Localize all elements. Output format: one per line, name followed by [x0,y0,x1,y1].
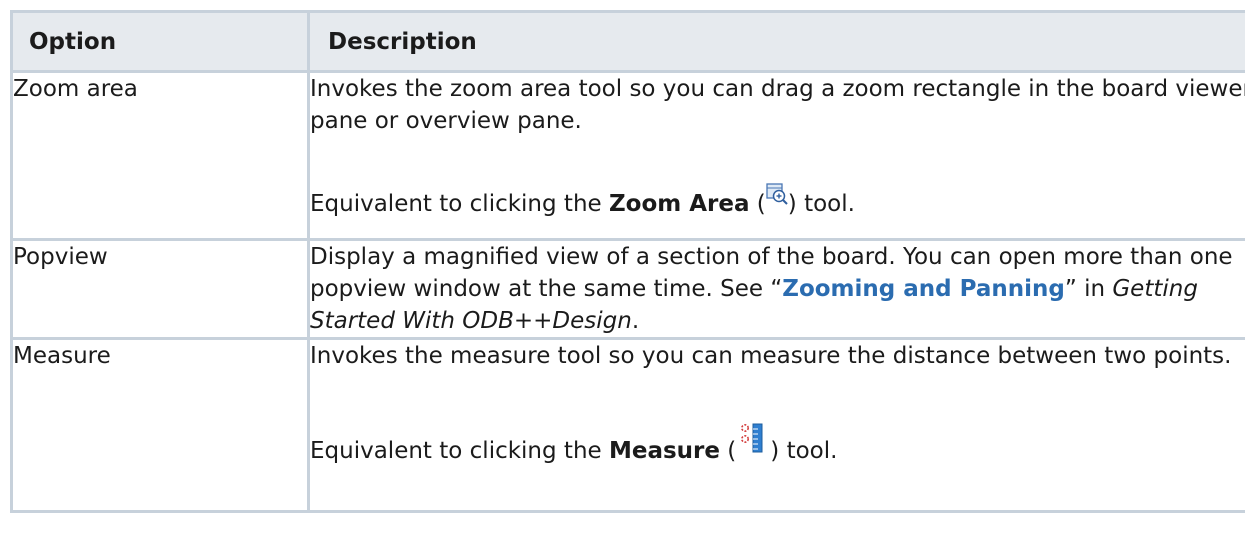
option-cell: Popview [10,238,310,340]
option-column-header: Option [10,10,310,73]
option-cell: Measure [10,337,310,513]
description-column-header: Description [307,10,1245,73]
tool-name: Zoom Area [608,191,750,217]
table-row: Measure Invokes the measure tool so you … [10,337,1245,513]
options-table: Option Description Zoom area Invokes the… [10,10,1245,513]
description-cell: Invokes the zoom area tool so you can dr… [307,70,1245,241]
table-row: Popview Display a magnified view of a se… [10,238,1245,340]
measure-icon [736,422,770,456]
description-cell: Display a magnified view of a section of… [307,238,1245,340]
description-text: Invokes the zoom area tool so you can dr… [310,76,1245,134]
table-header-row: Option Description [10,10,1245,73]
zoom-area-icon [766,182,788,205]
zooming-and-panning-link[interactable]: Zooming and Panning [782,276,1065,302]
option-cell: Zoom area [10,70,310,241]
equivalent-text: Equivalent to clicking the Measure ( ) t… [310,422,1245,467]
tool-name: Measure [608,438,720,464]
description-cell: Invokes the measure tool so you can meas… [307,337,1245,513]
equivalent-text: Equivalent to clicking the Zoom Area ( )… [310,182,1245,220]
description-text: Display a magnified view of a section of… [310,244,1233,334]
description-text: Invokes the measure tool so you can meas… [310,343,1232,369]
table-row: Zoom area Invokes the zoom area tool so … [10,70,1245,241]
